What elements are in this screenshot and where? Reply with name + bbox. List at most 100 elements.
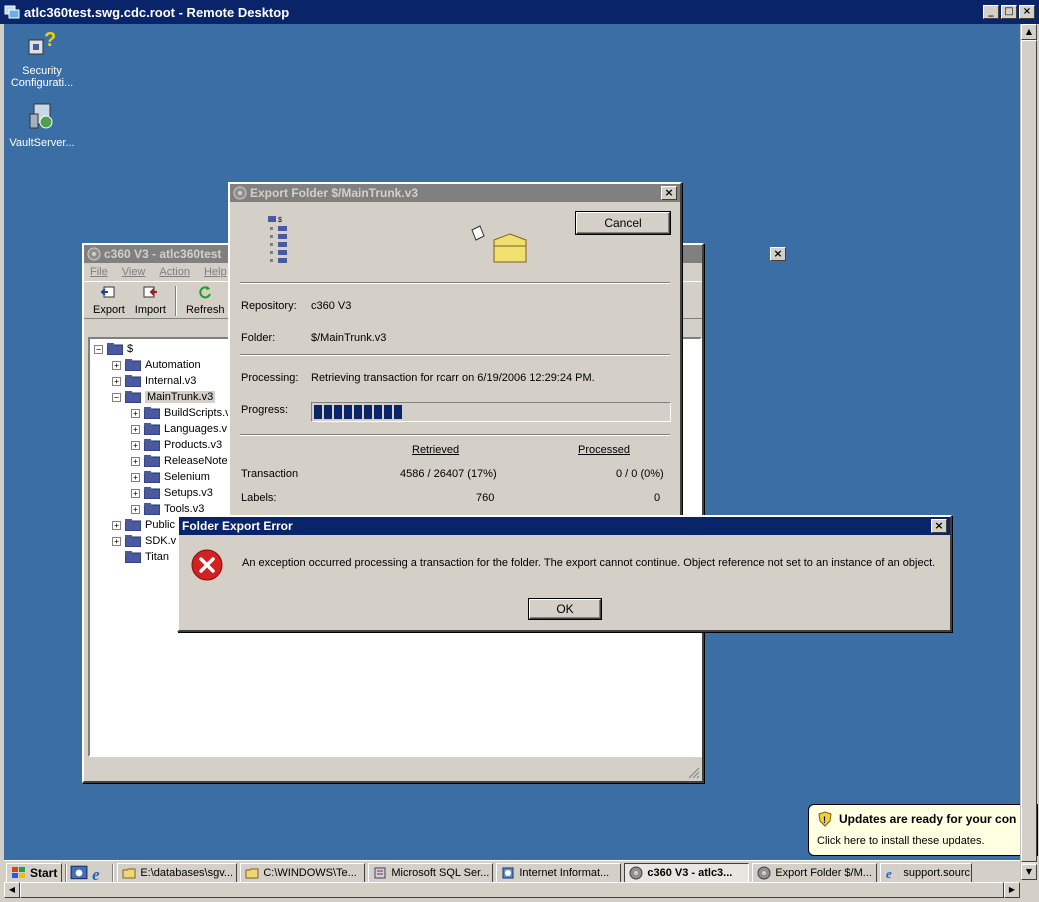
refresh-button[interactable]: Refresh [183,284,228,316]
expand-icon[interactable]: + [112,520,121,530]
tree-item[interactable]: + Automation [112,357,201,373]
retrieved-column-header: Retrieved [412,444,460,456]
svg-text:$: $ [278,217,282,224]
tree-item[interactable]: + ReleaseNote [131,453,228,469]
horizontal-scrollbar[interactable]: ◀ ▶ [4,882,1020,898]
remote-desktop-titlebar[interactable]: atlc360test.swg.cdc.root - Remote Deskto… [0,0,1039,24]
labels-retrieved: 760 [476,492,495,504]
tree-item[interactable]: + Selenium [131,469,210,485]
tree-item-label: Titan [145,551,170,563]
folder-icon [144,455,160,467]
maximize-button[interactable]: □ [1001,5,1017,19]
progress-block [344,405,352,419]
menu-action[interactable]: Action [159,266,190,278]
export-button[interactable]: Export [90,284,128,316]
tree-item[interactable]: Titan [112,549,169,565]
show-desktop-icon[interactable] [70,864,88,882]
expand-icon[interactable]: + [112,360,121,370]
taskbar-item[interactable]: c360 V3 - atlc3... [624,862,750,883]
balloon-text: Click here to install these updates. [817,835,985,847]
scroll-up-button[interactable]: ▲ [1021,24,1037,40]
tree-item[interactable]: + SDK.v [112,533,176,549]
progress-block [384,405,392,419]
shield-icon: ! [818,811,832,827]
iis-icon [502,867,514,878]
taskbar-item[interactable]: Export Folder $/M... [752,862,878,883]
tree-item[interactable]: + Public [112,517,175,533]
menu-file[interactable]: File [90,266,108,278]
processing-value: Retrieving transaction for rcarr on 6/19… [311,372,595,384]
folder-export-error-dialog: Folder Export Error × An exception occur… [177,515,952,632]
expand-icon[interactable]: + [131,440,140,450]
expand-icon[interactable]: + [131,504,140,514]
taskbar-item-label: E:\databases\sgv... [140,866,234,879]
svg-text:!: ! [823,815,826,825]
desktop-icon-vaultserver[interactable]: VaultServer... [4,100,80,149]
import-button[interactable]: Import [132,284,169,316]
tree-item-label: Internal.v3 [145,375,197,387]
separator [240,282,670,284]
progress-block [374,405,382,419]
close-button[interactable]: × [770,247,786,261]
vault-icon [757,866,771,879]
taskbar-item[interactable]: e support.sourc [880,862,973,883]
taskbar-item[interactable]: E:\databases\sgv... [117,862,238,883]
tree-item[interactable]: + Setups.v3 [131,485,213,501]
tree-item[interactable]: − MainTrunk.v3 [112,389,216,405]
resize-grip[interactable] [688,767,700,779]
svg-text:e: e [886,866,892,880]
tree-item-label: Selenium [164,471,210,483]
folder-icon [125,535,141,547]
taskbar-item[interactable]: Microsoft SQL Ser... [368,862,494,883]
tree-root[interactable]: − $ [94,341,133,357]
expand-icon[interactable]: + [112,536,121,546]
export-dialog-titlebar[interactable]: Export Folder $/MainTrunk.v3 × [230,184,680,202]
windows-logo-icon [12,866,25,878]
tree-item[interactable]: + Languages.v [131,421,227,437]
ok-button[interactable]: OK [528,598,602,620]
separator [240,354,670,356]
taskbar-item[interactable]: Internet Informat... [496,862,622,883]
tree-item-label: Tools.v3 [164,503,205,515]
menu-view[interactable]: View [122,266,146,278]
minimize-button[interactable]: _ [983,5,999,19]
expand-icon[interactable]: + [131,472,140,482]
taskbar: Start e E:\databases\sgv... C:\WINDOWS\Te… [4,860,1020,884]
scroll-thumb[interactable] [1021,40,1037,862]
scroll-thumb[interactable] [20,882,1004,898]
close-button[interactable]: × [1019,5,1035,19]
vertical-scrollbar[interactable]: ▲ ▼ [1020,24,1037,880]
svg-text:e: e [92,864,100,881]
desktop-icon-label: VaultServer... [9,137,75,149]
collapse-icon[interactable]: − [94,344,103,354]
expand-icon[interactable]: + [131,424,140,434]
cancel-button[interactable]: Cancel [575,211,671,235]
folder-icon [144,423,160,435]
tree-item-label: MainTrunk.v3 [145,391,216,403]
tree-item[interactable]: + Products.v3 [131,437,222,453]
menu-help[interactable]: Help [204,266,227,278]
refresh-icon [199,286,212,299]
tree-item[interactable]: + BuildScripts.v [131,405,231,421]
taskbar-item[interactable]: C:\WINDOWS\Te... [240,862,366,883]
scroll-down-button[interactable]: ▼ [1021,864,1037,880]
update-balloon[interactable]: ! Updates are ready for your con Click h… [808,804,1038,856]
expand-icon[interactable]: + [131,488,140,498]
expand-icon[interactable]: + [131,408,140,418]
internet-explorer-icon[interactable]: e [91,864,109,882]
start-button[interactable]: Start [6,862,63,883]
expand-icon[interactable]: + [112,376,121,386]
collapse-icon[interactable]: − [112,392,121,402]
expand-icon[interactable]: + [131,456,140,466]
vault-icon [87,247,101,261]
scroll-right-button[interactable]: ▶ [1004,882,1020,898]
scroll-left-button[interactable]: ◀ [4,882,20,898]
export-dialog-title: Export Folder $/MainTrunk.v3 [250,186,419,200]
desktop-icon-security-config[interactable]: ? Security Configurati... [4,28,80,89]
sql-server-icon [374,867,386,878]
close-button[interactable]: × [931,519,947,533]
close-button[interactable]: × [661,186,677,200]
start-label: Start [30,865,58,880]
tree-item[interactable]: + Internal.v3 [112,373,196,389]
error-dialog-titlebar[interactable]: Folder Export Error × [179,517,950,535]
